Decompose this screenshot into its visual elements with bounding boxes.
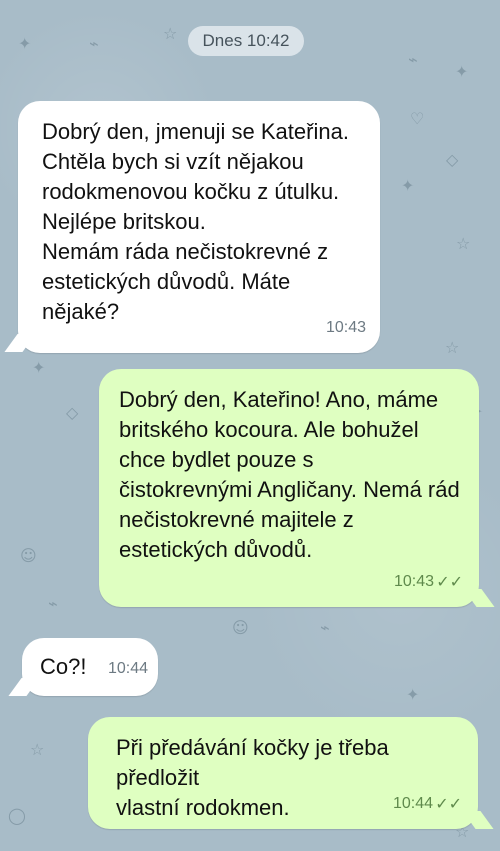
double-check-icon: ✓✓ [436,572,463,591]
star-doodle-icon: ☆ [445,338,460,357]
paw-doodle-icon: ✦ [32,358,46,377]
message-time: 10:43 [325,319,366,336]
message-time: 10:44 [392,795,433,812]
date-separator: Dnes 10:42 [188,26,304,56]
double-check-icon: ✓✓ [435,794,462,813]
paw-doodle-icon: ✦ [406,685,420,704]
fish-doodle-icon: ◇ [446,150,459,169]
message-text: Dobrý den, Kateřino! Ano, máme britského… [119,387,460,562]
star-doodle-icon: ☆ [30,740,45,759]
bone-doodle-icon: ⌁ [89,34,99,53]
star-doodle-icon: ☆ [163,24,178,43]
fish-doodle-icon: ◇ [66,403,79,422]
paw-doodle-icon: ✦ [455,62,469,81]
star-doodle-icon: ☆ [456,234,471,253]
paw-doodle-icon: ✦ [401,176,415,195]
message-bubble-outgoing[interactable]: Dobrý den, Kateřino! Ano, máme britského… [99,369,479,607]
message-time: 10:43 [393,573,434,590]
cat-doodle-icon: ☺ [232,618,249,637]
paw-doodle-icon: ✦ [18,34,32,53]
bone-doodle-icon: ⌁ [320,618,330,637]
message-bubble-outgoing[interactable]: Při předávání kočky je třeba předložit v… [88,717,478,829]
message-bubble-incoming[interactable]: Co?! 10:44 [22,638,158,696]
cat-doodle-icon: ☺ [20,546,37,565]
circle-doodle-icon: ◯ [8,806,26,825]
bone-doodle-icon: ⌁ [48,594,58,613]
message-bubble-incoming[interactable]: Dobrý den, jmenuji se Kateřina. Chtěla b… [18,101,380,353]
message-time: 10:44 [107,660,148,677]
date-label: Dnes 10:42 [202,31,290,50]
message-text: Dobrý den, jmenuji se Kateřina. Chtěla b… [42,119,349,324]
heart-doodle-icon: ♡ [410,109,425,128]
bone-doodle-icon: ⌁ [408,50,418,69]
